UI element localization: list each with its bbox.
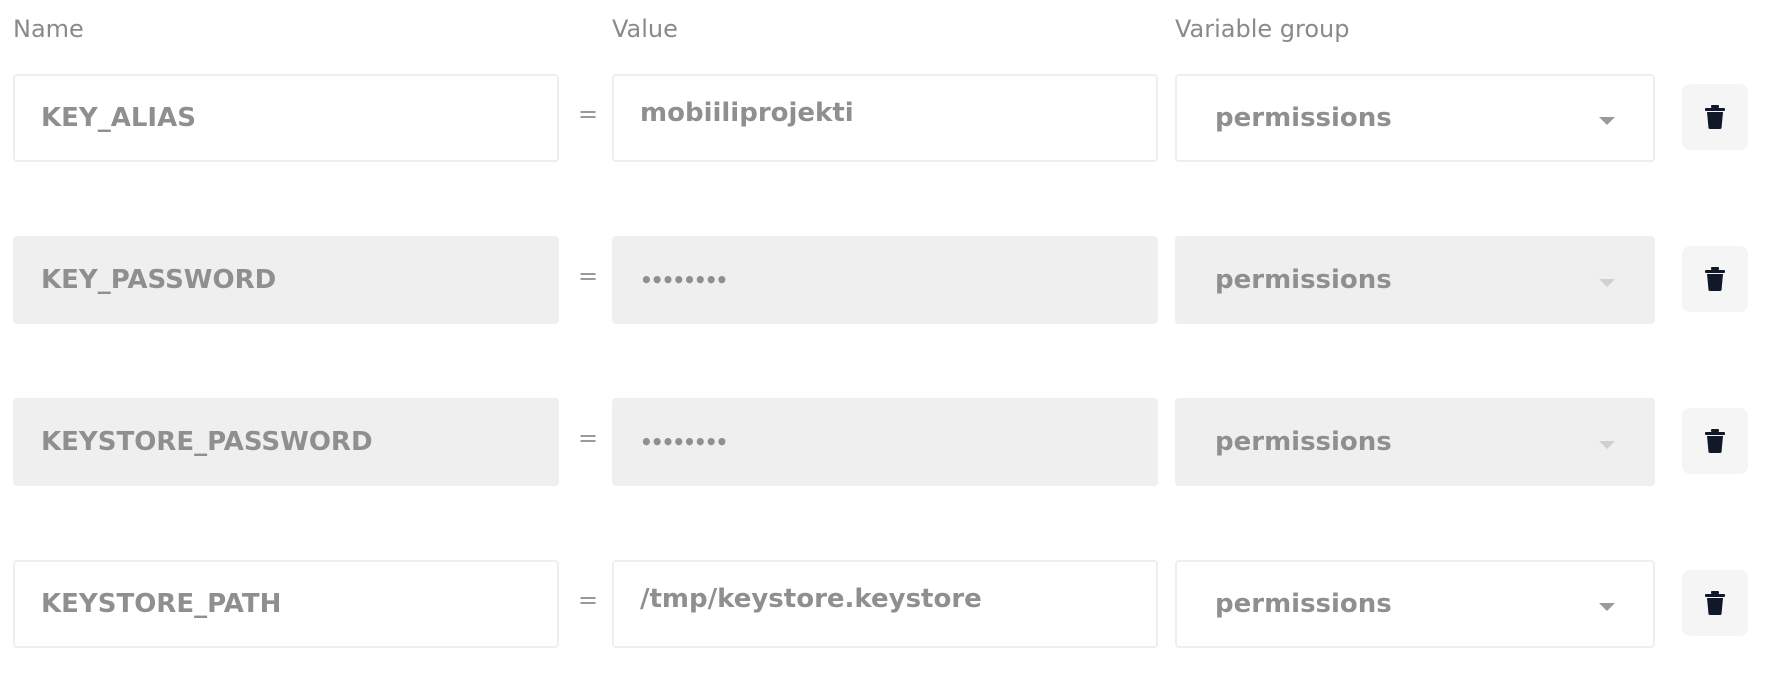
variable-group-label: permissions (1215, 103, 1392, 133)
variable-group-select[interactable]: permissions (1175, 560, 1655, 648)
equals-sign: = (578, 100, 599, 128)
variable-value-input[interactable]: /tmp/keystore.keystore (612, 560, 1158, 648)
column-header-value: Value (612, 15, 678, 43)
chevron-down-icon (1599, 117, 1615, 125)
delete-variable-button[interactable] (1682, 246, 1748, 312)
masked-value: •••••••• (640, 430, 728, 454)
variable-group-select[interactable]: permissions (1175, 74, 1655, 162)
variable-name-input[interactable]: KEYSTORE_PATH (13, 560, 559, 648)
masked-value: •••••••• (640, 268, 728, 292)
trash-icon (1705, 267, 1725, 291)
equals-sign: = (578, 424, 599, 452)
variable-group-label: permissions (1215, 589, 1392, 619)
chevron-down-icon (1599, 603, 1615, 611)
variable-value-masked-input[interactable]: •••••••• (612, 398, 1158, 486)
variable-group-label: permissions (1215, 427, 1392, 457)
variable-row: KEY_PASSWORD = •••••••• permissions (0, 236, 1775, 328)
trash-icon (1705, 591, 1725, 615)
variable-name-input[interactable]: KEY_ALIAS (13, 74, 559, 162)
variable-group-label: permissions (1215, 265, 1392, 295)
variable-name-input[interactable]: KEY_PASSWORD (13, 236, 559, 324)
environment-variables-panel: Name Value Variable group KEY_ALIAS = mo… (0, 0, 1775, 675)
variable-group-select[interactable]: permissions (1175, 398, 1655, 486)
variable-value-masked-input[interactable]: •••••••• (612, 236, 1158, 324)
chevron-down-icon (1599, 441, 1615, 449)
chevron-down-icon (1599, 279, 1615, 287)
delete-variable-button[interactable] (1682, 570, 1748, 636)
variable-row: KEYSTORE_PASSWORD = •••••••• permissions (0, 398, 1775, 490)
variable-row: KEY_ALIAS = mobiiliprojekti permissions (0, 74, 1775, 166)
column-header-name: Name (13, 15, 84, 43)
variable-group-select[interactable]: permissions (1175, 236, 1655, 324)
variable-value-input[interactable]: mobiiliprojekti (612, 74, 1158, 162)
column-header-group: Variable group (1175, 15, 1350, 43)
equals-sign: = (578, 262, 599, 290)
variable-row: KEYSTORE_PATH = /tmp/keystore.keystore p… (0, 560, 1775, 652)
delete-variable-button[interactable] (1682, 84, 1748, 150)
trash-icon (1705, 429, 1725, 453)
delete-variable-button[interactable] (1682, 408, 1748, 474)
equals-sign: = (578, 586, 599, 614)
variable-name-input[interactable]: KEYSTORE_PASSWORD (13, 398, 559, 486)
trash-icon (1705, 105, 1725, 129)
